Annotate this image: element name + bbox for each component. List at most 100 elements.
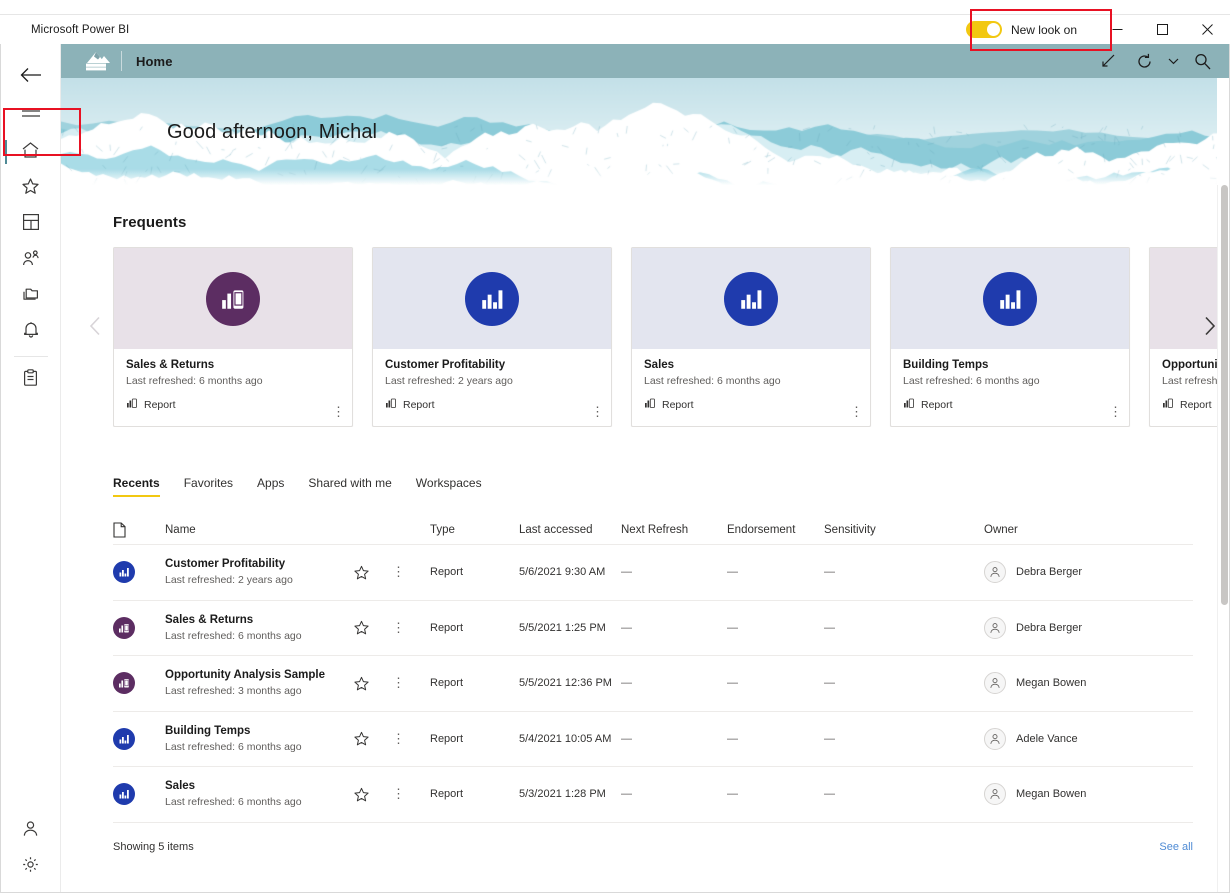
- avatar: [984, 672, 1006, 694]
- col-sensitivity[interactable]: Sensitivity: [824, 524, 984, 536]
- row-last-accessed: 5/3/2021 1:28 PM: [519, 788, 621, 800]
- sidebar-item-settings[interactable]: [1, 856, 61, 892]
- avatar: [984, 783, 1006, 805]
- row-name-cell[interactable]: Sales & ReturnsLast refreshed: 6 months …: [165, 614, 354, 642]
- row-more-options-icon[interactable]: ⋮: [392, 570, 430, 574]
- carousel-next-button[interactable]: [1197, 309, 1221, 343]
- alpine-ski-house-logo-icon[interactable]: [79, 50, 113, 72]
- search-icon[interactable]: [1185, 46, 1219, 76]
- tab-apps[interactable]: Apps: [245, 476, 296, 497]
- tab-recents[interactable]: Recents: [113, 476, 172, 497]
- owner-name: Debra Berger: [1016, 622, 1082, 634]
- row-owner: Megan Bowen: [984, 783, 1193, 805]
- vertical-scrollbar[interactable]: [1217, 185, 1229, 892]
- table-row[interactable]: Opportunity Analysis Sample Last refreshe…: [113, 656, 1193, 712]
- refresh-icon[interactable]: [1127, 46, 1161, 76]
- clipboard-icon: [23, 369, 38, 391]
- sidebar-item-favorites[interactable]: [1, 170, 61, 206]
- maximize-button[interactable]: [1140, 15, 1185, 45]
- card-title: Building Temps: [903, 359, 1117, 371]
- row-type: Report: [430, 622, 519, 634]
- sidebar-item-apps[interactable]: [1, 206, 61, 242]
- table-row[interactable]: Building TempsLast refreshed: 6 months a…: [113, 712, 1193, 768]
- table-row[interactable]: SalesLast refreshed: 6 months ago⋮Report…: [113, 767, 1193, 823]
- row-more-options-icon[interactable]: ⋮: [392, 626, 430, 630]
- sidebar-item-workspaces[interactable]: [1, 278, 61, 314]
- tab-shared-with-me[interactable]: Shared with me: [296, 476, 403, 497]
- card-more-options-icon[interactable]: ⋮: [591, 410, 603, 414]
- row-more-options-icon[interactable]: ⋮: [392, 681, 430, 685]
- page-title: Home: [136, 54, 173, 69]
- recents-table: Name Type Last accessed Next Refresh End…: [113, 515, 1193, 823]
- col-endorsement[interactable]: Endorsement: [727, 524, 824, 536]
- row-more-options-icon[interactable]: ⋮: [392, 737, 430, 741]
- row-name-cell[interactable]: Building TempsLast refreshed: 6 months a…: [165, 725, 354, 753]
- sidebar-item-metrics[interactable]: [1, 362, 61, 398]
- window-title: Microsoft Power BI: [31, 24, 129, 36]
- card-more-options-icon[interactable]: ⋮: [332, 410, 344, 414]
- row-next-refresh: —: [621, 677, 727, 689]
- rail-divider: [14, 356, 48, 357]
- table-row[interactable]: Sales & ReturnsLast refreshed: 6 months …: [113, 601, 1193, 657]
- carousel-prev-button[interactable]: [83, 309, 107, 343]
- row-owner: Debra Berger: [984, 617, 1193, 639]
- card-more-options-icon[interactable]: ⋮: [1109, 410, 1121, 414]
- row-name-cell[interactable]: Customer ProfitabilityLast refreshed: 2 …: [165, 558, 354, 586]
- col-owner[interactable]: Owner: [984, 524, 1193, 536]
- card-type-label: Report: [144, 399, 176, 411]
- favorite-star-icon[interactable]: [354, 731, 392, 746]
- new-look-switch[interactable]: [966, 21, 1002, 38]
- row-subtitle: Last refreshed: 3 months ago: [165, 685, 354, 697]
- frequents-carousel: Sales & ReturnsLast refreshed: 6 months …: [61, 247, 1229, 427]
- row-more-options-icon[interactable]: ⋮: [392, 792, 430, 796]
- sidebar-item-menu[interactable]: [1, 98, 61, 134]
- frequent-card[interactable]: Building TempsLast refreshed: 6 months a…: [890, 247, 1130, 427]
- report-icon: [385, 397, 397, 412]
- col-next-refresh[interactable]: Next Refresh: [621, 524, 727, 536]
- new-look-toggle[interactable]: New look on: [966, 21, 1077, 38]
- col-name[interactable]: Name: [165, 524, 354, 536]
- hero-banner: Good afternoon, Michal: [61, 78, 1229, 185]
- favorite-star-icon[interactable]: [354, 787, 392, 802]
- row-subtitle: Last refreshed: 6 months ago: [165, 796, 354, 808]
- minimize-button[interactable]: [1095, 15, 1140, 45]
- back-button[interactable]: [1, 52, 61, 98]
- report-type-circle-icon: [465, 272, 519, 326]
- window-controls-group: New look on: [966, 15, 1230, 45]
- favorite-star-icon[interactable]: [354, 620, 392, 635]
- sidebar-item-notifications[interactable]: [1, 314, 61, 350]
- hero-scroll-gutter: [1217, 78, 1229, 185]
- close-button[interactable]: [1185, 15, 1230, 45]
- card-type-label: Report: [662, 399, 694, 411]
- report-icon: [644, 397, 656, 412]
- tab-workspaces[interactable]: Workspaces: [404, 476, 494, 497]
- favorite-star-icon[interactable]: [354, 565, 392, 580]
- chevron-down-icon[interactable]: [1163, 46, 1183, 76]
- favorite-star-icon[interactable]: [354, 676, 392, 691]
- greeting-text: Good afternoon, Michal: [167, 121, 377, 144]
- row-name-cell[interactable]: Opportunity Analysis Sample Last refreshe…: [165, 669, 354, 697]
- frequent-card[interactable]: SalesLast refreshed: 6 months agoReport⋮: [631, 247, 871, 427]
- scrollbar-thumb[interactable]: [1221, 185, 1228, 605]
- content-scroll-area[interactable]: Frequents Sales & ReturnsLast refreshed:…: [61, 185, 1229, 892]
- row-subtitle: Last refreshed: 6 months ago: [165, 630, 354, 642]
- table-row[interactable]: Customer ProfitabilityLast refreshed: 2 …: [113, 545, 1193, 601]
- tab-favorites[interactable]: Favorites: [172, 476, 245, 497]
- sidebar-item-shared-with-me[interactable]: [1, 242, 61, 278]
- card-more-options-icon[interactable]: ⋮: [850, 410, 862, 414]
- sidebar-item-home[interactable]: [1, 134, 61, 170]
- report-icon: [1162, 397, 1174, 412]
- row-type-icon: [113, 783, 165, 805]
- frequent-card[interactable]: Sales & ReturnsLast refreshed: 6 months …: [113, 247, 353, 427]
- col-last-accessed[interactable]: Last accessed: [519, 524, 621, 536]
- col-type[interactable]: Type: [430, 524, 519, 536]
- report-type-circle-icon: [724, 272, 778, 326]
- see-all-link[interactable]: See all: [1159, 841, 1193, 853]
- row-name-cell[interactable]: SalesLast refreshed: 6 months ago: [165, 780, 354, 808]
- frequent-card[interactable]: Customer ProfitabilityLast refreshed: 2 …: [372, 247, 612, 427]
- row-title: Opportunity Analysis Sample: [165, 669, 354, 681]
- showing-count: Showing 5 items: [113, 841, 194, 853]
- sidebar-item-account[interactable]: [1, 820, 61, 856]
- row-owner: Debra Berger: [984, 561, 1193, 583]
- expand-diagonal-icon[interactable]: [1091, 46, 1125, 76]
